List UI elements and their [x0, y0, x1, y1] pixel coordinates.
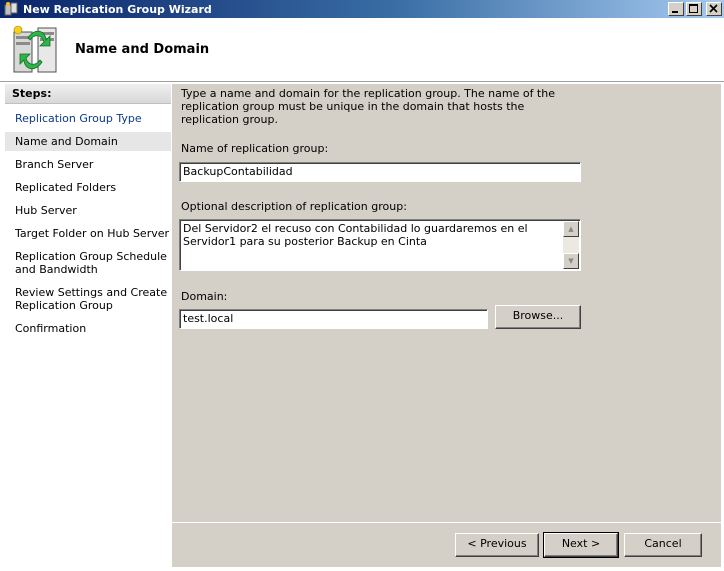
wizard-header: Name and Domain	[0, 18, 724, 82]
previous-button[interactable]: < Previous	[455, 533, 539, 557]
cancel-button[interactable]: Cancel	[624, 533, 702, 557]
steps-panel: Steps: Replication Group Type Name and D…	[5, 84, 171, 566]
close-icon[interactable]	[706, 2, 722, 16]
title-bar[interactable]: New Replication Group Wizard	[0, 0, 724, 18]
next-button[interactable]: Next >	[543, 532, 619, 558]
name-label: Name of replication group:	[181, 142, 329, 155]
description-text: Del Servidor2 el recuso con Contabilidad…	[183, 222, 528, 248]
intro-text: Type a name and domain for the replicati…	[181, 87, 555, 126]
step-name-and-domain: Name and Domain	[5, 132, 171, 151]
wizard-content: Type a name and domain for the replicati…	[172, 84, 721, 522]
step-review-settings: Review Settings and Create Replication G…	[15, 286, 168, 312]
browse-button[interactable]: Browse...	[495, 305, 581, 329]
step-replicated-folders: Replicated Folders	[15, 181, 117, 194]
description-label: Optional description of replication grou…	[181, 200, 407, 213]
step-branch-server: Branch Server	[15, 158, 94, 171]
description-scrollbar[interactable]: ▲ ▼	[563, 221, 579, 269]
description-textarea[interactable]: Del Servidor2 el recuso con Contabilidad…	[179, 219, 581, 271]
step-hub-server: Hub Server	[15, 204, 77, 217]
scroll-up-icon[interactable]: ▲	[563, 221, 579, 237]
maximize-icon[interactable]	[686, 2, 702, 16]
steps-heading: Steps:	[5, 84, 171, 104]
name-input[interactable]: BackupContabilidad	[179, 162, 581, 182]
page-title: Name and Domain	[75, 42, 210, 57]
replication-servers-icon	[10, 24, 60, 76]
step-replication-group-type[interactable]: Replication Group Type	[5, 109, 171, 128]
domain-label: Domain:	[181, 290, 228, 303]
app-icon	[3, 1, 19, 17]
minimize-icon[interactable]	[668, 2, 684, 16]
domain-input[interactable]: test.local	[179, 309, 488, 329]
step-schedule-bandwidth: Replication Group Schedule and Bandwidth	[15, 250, 167, 276]
step-target-folder: Target Folder on Hub Server	[15, 227, 170, 240]
button-bar: < Previous Next > Cancel	[172, 522, 721, 567]
window-title: New Replication Group Wizard	[23, 2, 212, 16]
scroll-down-icon[interactable]: ▼	[563, 253, 579, 269]
step-confirmation: Confirmation	[15, 322, 87, 335]
